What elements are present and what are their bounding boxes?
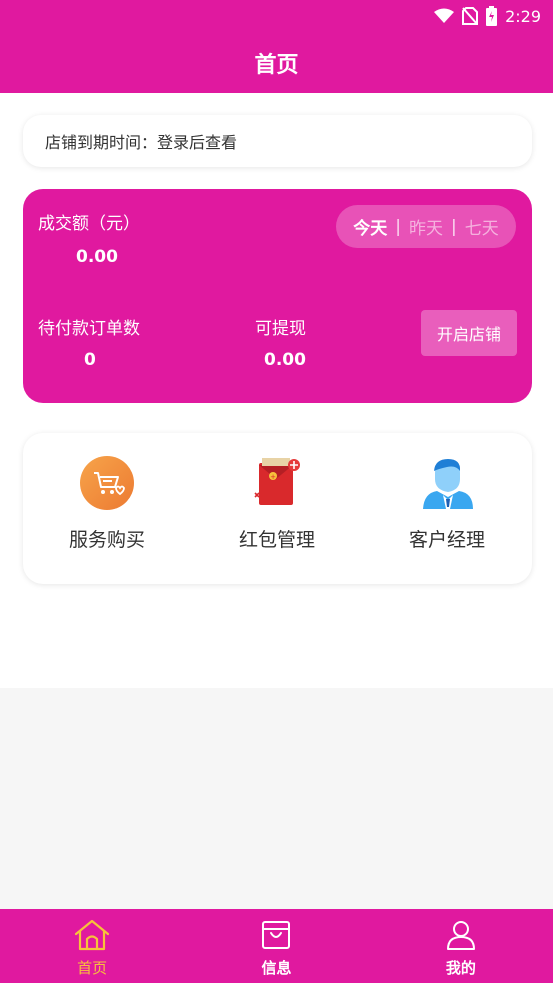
- nav-info-label: 信息: [261, 959, 292, 977]
- account-manager-icon: [417, 453, 477, 513]
- range-yesterday-tab[interactable]: 昨天: [409, 214, 443, 239]
- nav-info[interactable]: 信息: [184, 909, 368, 983]
- turnover-label: 成交额（元）: [38, 214, 140, 234]
- red-envelope-icon: +: [247, 453, 307, 513]
- nav-home-label: 首页: [77, 959, 108, 977]
- pending-orders-value: 0: [84, 350, 96, 370]
- range-seven-days-tab[interactable]: 七天: [465, 214, 499, 239]
- main-content: 店铺到期时间：登录后查看 成交额（元） 0.00 今天 | 昨天 | 七天 待付…: [0, 93, 553, 688]
- shop-expiry-card[interactable]: 店铺到期时间：登录后查看: [23, 115, 532, 167]
- nav-mine[interactable]: 我的: [369, 909, 553, 983]
- status-bar: 2:29: [0, 0, 553, 32]
- red-envelope-management-label: 红包管理: [238, 529, 315, 551]
- shopping-cart-icon: [77, 453, 137, 513]
- account-manager-item[interactable]: 客户经理: [377, 453, 517, 563]
- range-separator: |: [395, 216, 401, 237]
- home-icon: [73, 919, 111, 955]
- wifi-icon: [434, 8, 455, 24]
- withdrawable-label: 可提现: [255, 319, 306, 339]
- svg-text:+: +: [270, 473, 276, 481]
- nav-home[interactable]: 首页: [0, 909, 184, 983]
- service-purchase-label: 服务购买: [68, 529, 145, 551]
- shopping-bag-icon: [260, 919, 292, 955]
- stats-card: 成交额（元） 0.00 今天 | 昨天 | 七天 待付款订单数 0 可提现 0.…: [23, 189, 532, 403]
- open-shop-button[interactable]: 开启店铺: [421, 310, 517, 356]
- account-manager-label: 客户经理: [408, 529, 485, 551]
- no-sim-icon: [462, 7, 479, 25]
- user-icon: [445, 919, 477, 955]
- turnover-value: 0.00: [76, 247, 118, 267]
- page-title: 首页: [0, 32, 553, 93]
- pending-orders-label: 待付款订单数: [38, 319, 140, 339]
- battery-icon: [486, 6, 498, 26]
- red-envelope-management-item[interactable]: + 红包管理: [207, 453, 347, 563]
- nav-mine-label: 我的: [445, 959, 476, 977]
- shop-expiry-text: 店铺到期时间：登录后查看: [45, 133, 238, 152]
- bottom-nav: 首页 信息 我的: [0, 909, 553, 983]
- range-today-tab[interactable]: 今天: [353, 214, 387, 239]
- withdrawable-value: 0.00: [264, 350, 306, 370]
- range-separator: |: [451, 216, 457, 237]
- clock: 2:29: [505, 6, 541, 26]
- date-range-toggle: 今天 | 昨天 | 七天: [336, 205, 516, 248]
- services-card: 服务购买 + 红包管理 客户经理: [23, 433, 532, 584]
- service-purchase-item[interactable]: 服务购买: [37, 453, 177, 563]
